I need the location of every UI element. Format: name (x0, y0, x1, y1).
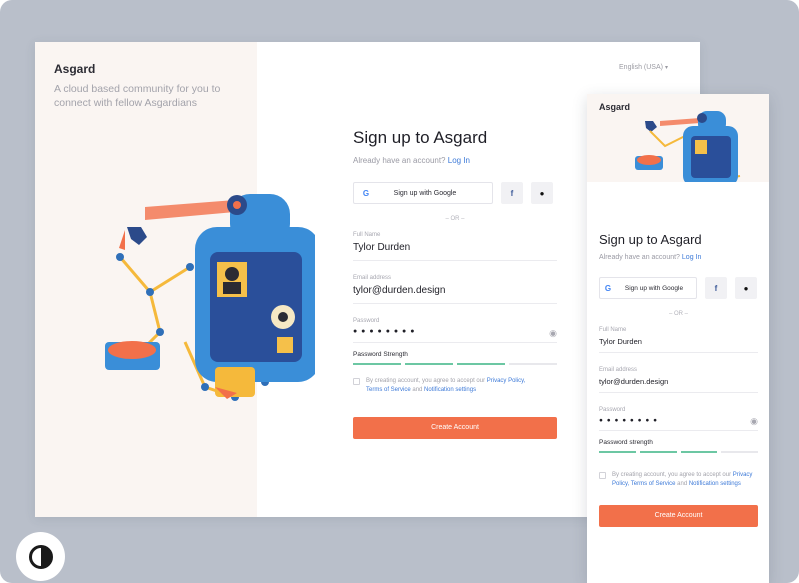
fullname-value: Tylor Durden (599, 337, 642, 346)
page-title: Sign up to Asgard (353, 128, 488, 147)
password-value: ● ● ● ● ● ● ● ● (353, 328, 416, 335)
notification-settings-link[interactable]: Notification settings (424, 387, 476, 393)
theme-toggle-button[interactable] (16, 532, 65, 581)
login-prompt-text: Already have an account? (599, 254, 680, 261)
fullname-label: Full Name (353, 232, 381, 238)
facebook-signup-button[interactable]: f (705, 277, 727, 299)
brand-tagline: A cloud based community for you to conne… (54, 83, 221, 109)
mobile-signup-form: Sign up to Asgard Already have an accoun… (599, 232, 758, 527)
terms-checkbox[interactable] (599, 472, 606, 479)
terms-of-service-link[interactable]: Terms of Service (366, 387, 411, 393)
terms-text: By creating account, you agree to accept… (366, 377, 525, 395)
strength-segment (721, 451, 758, 453)
email-value: tylor@durden.design (353, 285, 446, 296)
apple-icon: ● (539, 188, 545, 198)
desktop-signup-form: Sign up to Asgard Already have an accoun… (353, 128, 557, 439)
email-label: Email address (353, 275, 392, 281)
strength-meter (599, 451, 758, 453)
password-field[interactable]: Password ● ● ● ● ● ● ● ● ◉ (599, 407, 758, 431)
or-divider: – OR – (445, 216, 465, 222)
terms-row: By creating account, you agree to accept… (353, 377, 557, 395)
mobile-signup-card: Asgard Sign up to Asgard Already have an… (587, 94, 769, 583)
email-field[interactable]: Email address tylor@durden.design (353, 275, 557, 304)
page-title: Sign up to Asgard (599, 232, 702, 247)
google-signup-label: Sign up with Google (393, 189, 457, 197)
email-value: tylor@durden.design (599, 377, 669, 386)
terms-row: By creating account, you agree to accept… (599, 471, 758, 489)
language-label: English (USA) (619, 64, 663, 71)
facebook-icon: f (510, 188, 514, 198)
terms-prefix: By creating account, you agree to accept… (612, 472, 732, 478)
fullname-label: Full Name (599, 327, 627, 333)
email-label: Email address (599, 367, 638, 373)
strength-segment (680, 451, 718, 453)
chevron-down-icon: ▾ (664, 65, 668, 71)
terms-and: and (677, 481, 688, 487)
apple-signup-button[interactable]: ● (735, 277, 757, 299)
social-signup-row: G Sign up with Google f ● (599, 277, 758, 299)
strength-segment (639, 451, 677, 453)
or-divider: – OR – (668, 311, 688, 317)
password-label: Password (599, 407, 626, 413)
fullname-field[interactable]: Full Name Tylor Durden (599, 327, 758, 353)
login-prompt: Already have an account? Log In (353, 156, 557, 165)
login-prompt: Already have an account? Log In (599, 254, 758, 261)
fullname-field[interactable]: Full Name Tylor Durden (353, 232, 557, 261)
terms-of-service-link[interactable]: Terms of Service (631, 481, 676, 487)
privacy-policy-link[interactable]: Privacy Policy, (487, 378, 526, 384)
create-account-button[interactable]: Create Account (599, 505, 758, 527)
fullname-value: Tylor Durden (353, 242, 411, 253)
contrast-icon (28, 544, 53, 569)
terms-checkbox[interactable] (353, 378, 360, 385)
google-icon: G (604, 283, 612, 293)
password-strength-label: Password strength (599, 439, 653, 446)
robot-illustration (635, 111, 741, 182)
eye-icon[interactable]: ◉ (750, 416, 758, 427)
strength-segment (353, 363, 401, 365)
apple-signup-button[interactable]: ● (531, 182, 553, 204)
robot-illustration (105, 194, 315, 401)
google-signup-button[interactable]: G Sign up with Google (353, 182, 493, 204)
terms-text: By creating account, you agree to accept… (612, 471, 758, 489)
password-label: Password (353, 318, 380, 324)
strength-segment (457, 363, 505, 365)
email-field[interactable]: Email address tylor@durden.design (599, 367, 758, 393)
terms-and: and (412, 387, 423, 393)
facebook-signup-button[interactable]: f (501, 182, 523, 204)
password-strength: Password strength (599, 439, 758, 453)
strength-segment (599, 451, 636, 453)
login-prompt-text: Already have an account? (353, 156, 446, 165)
create-account-button[interactable]: Create Account (353, 417, 557, 439)
password-strength-label: Password Strength (353, 351, 408, 358)
strength-meter (353, 363, 557, 365)
password-strength: Password Strength (353, 351, 557, 365)
brand-logo: Asgard (54, 62, 96, 76)
apple-icon: ● (743, 283, 749, 293)
showcase-backdrop: Asgard A cloud based community for you t… (0, 0, 799, 583)
strength-segment (509, 363, 557, 365)
notification-settings-link[interactable]: Notification settings (689, 481, 741, 487)
social-signup-row: G Sign up with Google f ● (353, 182, 557, 204)
google-signup-label: Sign up with Google (624, 284, 684, 292)
login-link[interactable]: Log In (448, 156, 470, 165)
terms-prefix: By creating account, you agree to accept… (366, 378, 486, 384)
strength-segment (405, 363, 453, 365)
google-signup-button[interactable]: G Sign up with Google (599, 277, 697, 299)
password-field[interactable]: Password ● ● ● ● ● ● ● ● ◉ (353, 318, 557, 343)
mobile-header-panel: Asgard (587, 94, 769, 182)
eye-icon[interactable]: ◉ (549, 328, 557, 339)
language-selector[interactable]: English (USA) ▾ (619, 64, 668, 71)
password-value: ● ● ● ● ● ● ● ● (599, 417, 659, 424)
facebook-icon: f (714, 283, 718, 293)
login-link[interactable]: Log In (682, 254, 701, 261)
google-icon: G (362, 188, 370, 198)
